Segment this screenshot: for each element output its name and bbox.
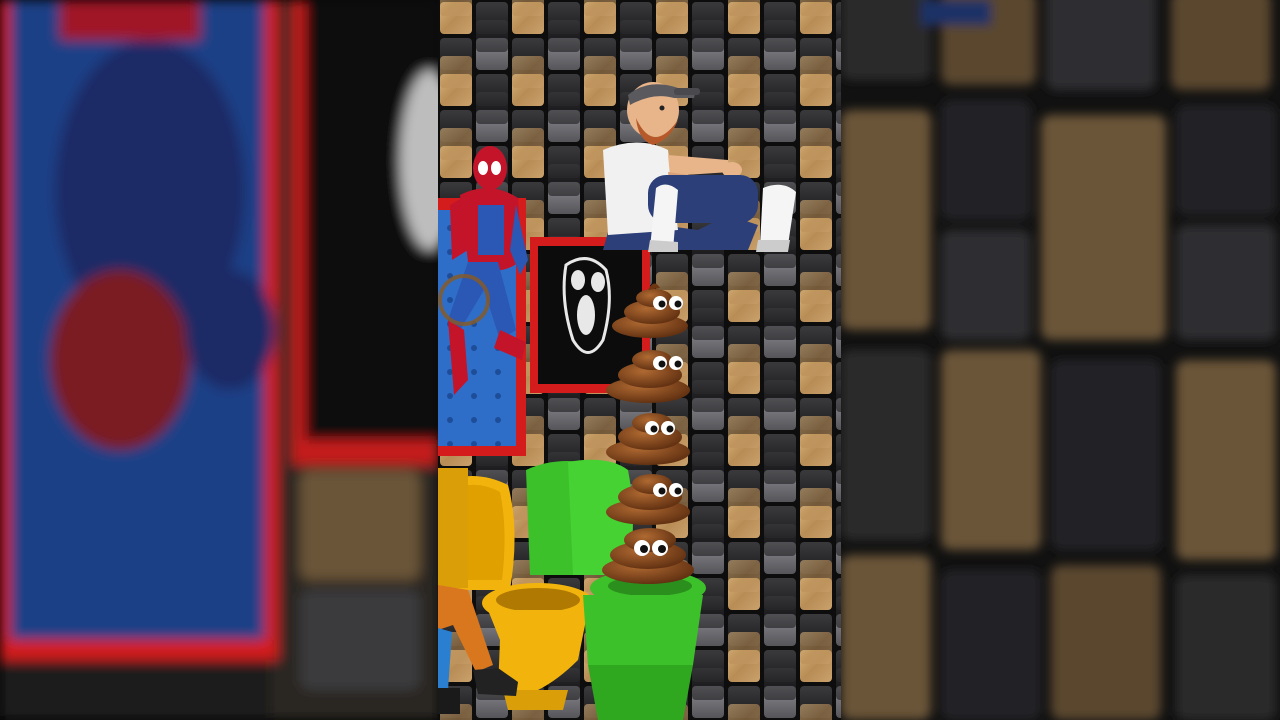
left-background-art xyxy=(0,0,438,720)
video-frame xyxy=(438,0,841,720)
game-scene xyxy=(438,0,841,720)
right-background-art xyxy=(841,0,1280,720)
right-blurred-background xyxy=(841,0,1280,720)
left-blurred-background xyxy=(0,0,438,720)
